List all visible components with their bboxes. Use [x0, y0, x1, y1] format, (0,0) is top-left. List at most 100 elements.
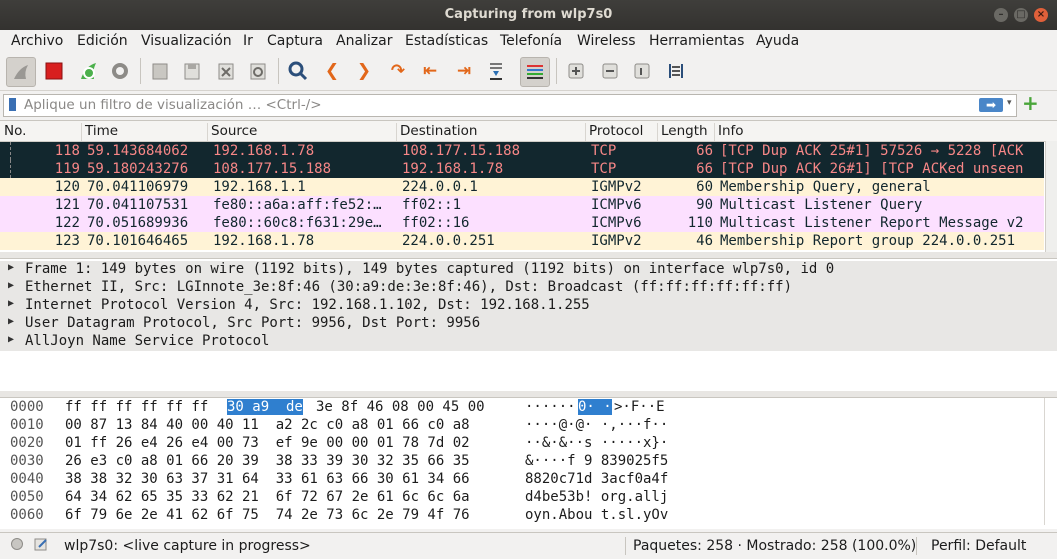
packet-row[interactable]: 118 59.143684062 192.168.1.78 108.177.15.18… [0, 142, 1044, 160]
open-file-icon[interactable] [146, 57, 174, 85]
status-interface: wlp7s0: <live capture in progress> [64, 538, 311, 554]
bytes-row[interactable]: 0020 01 ff 26 e4 26 e4 00 73 ef 9e 00 00 … [0, 435, 1040, 453]
colorize-icon[interactable] [520, 57, 550, 87]
packet-row[interactable]: 119 59.180243276 108.177.15.188 192.168.1.7… [0, 160, 1044, 178]
menu-visualizacion[interactable]: Visualización [141, 33, 232, 49]
column-length[interactable]: Length [661, 123, 715, 141]
bytes-offset: 0030 [10, 453, 44, 469]
zoom-out-icon[interactable] [596, 57, 624, 85]
column-destination[interactable]: Destination [400, 123, 586, 141]
packet-cell-no: 121 [54, 197, 80, 213]
restart-capture-icon[interactable] [74, 57, 102, 85]
menu-ir[interactable]: Ir [243, 33, 253, 49]
packet-row[interactable]: 123 70.101646465 192.168.1.78 224.0.0.251 IG… [0, 232, 1044, 250]
packet-cell-time: 59.180243276 [87, 161, 189, 177]
bytes-ascii-highlight: 0· · [578, 399, 612, 415]
packet-row[interactable]: 122 70.051689936 fe80::60c8:f631:29e… ff02:… [0, 214, 1044, 232]
column-source[interactable]: Source [211, 123, 397, 141]
bytes-row[interactable]: 0030 26 e3 c0 a8 01 66 20 39 38 33 39 30 … [0, 453, 1040, 471]
bytes-row[interactable]: 0040 38 38 32 30 63 37 31 64 33 61 63 66 … [0, 471, 1040, 489]
capture-comment-icon[interactable] [33, 536, 49, 556]
menu-analizar[interactable]: Analizar [336, 33, 393, 49]
go-back-icon[interactable]: ❮ [318, 57, 346, 85]
expand-arrow-icon[interactable]: ▶ [8, 280, 14, 291]
bytes-row[interactable]: 0010 00 87 13 84 40 00 40 11 a2 2c c0 a8 … [0, 417, 1040, 435]
packet-cell-time: 59.143684062 [87, 143, 189, 159]
dropdown-icon[interactable]: ▾ [1007, 98, 1012, 108]
packet-cell-source: 192.168.1.78 [213, 233, 315, 249]
bytes-ascii: ··&·&··s ·····x}· [525, 435, 669, 451]
packet-details: ▶ Frame 1: 149 bytes on wire (1192 bits),… [0, 258, 1057, 394]
bytes-row[interactable]: 0060 6f 79 6e 2e 41 62 6f 75 74 2e 73 6c … [0, 507, 1040, 525]
expert-info-icon[interactable] [10, 537, 24, 555]
column-info[interactable]: Info [718, 123, 1038, 141]
plus-icon[interactable]: + [1022, 93, 1039, 113]
find-packet-icon[interactable] [284, 57, 312, 85]
packet-cell-source: 108.177.15.188 [213, 161, 332, 177]
resize-columns-icon[interactable] [662, 57, 690, 85]
save-file-icon[interactable] [178, 57, 206, 85]
detail-row[interactable]: ▶ Ethernet II, Src: LGInnote_3e:8f:46 (30… [0, 279, 1057, 297]
expand-arrow-icon[interactable]: ▶ [8, 262, 14, 273]
bytes-ascii: ····@·@· ·,···f·· [525, 417, 669, 433]
detail-row[interactable]: ▶ AllJoyn Name Service Protocol [0, 333, 1057, 351]
capture-options-icon[interactable] [106, 57, 134, 85]
bytes-offset: 0060 [10, 507, 44, 523]
packet-cell-no: 118 [54, 143, 80, 159]
packet-cell-time: 70.051689936 [87, 215, 189, 231]
packet-cell-length: 66 [696, 143, 713, 159]
menu-archivo[interactable]: Archivo [11, 33, 63, 49]
packet-cell-destination: 192.168.1.78 [402, 161, 504, 177]
autoscroll-icon[interactable] [482, 57, 510, 85]
packet-cell-no: 122 [54, 215, 80, 231]
bytes-hex: 00 87 13 84 40 00 40 11 a2 2c c0 a8 01 6… [65, 417, 470, 433]
detail-row[interactable]: ▶ Internet Protocol Version 4, Src: 192.1… [0, 297, 1057, 315]
arrow-right-icon[interactable]: ➡ [979, 98, 1003, 112]
bytes-row[interactable]: 0050 64 34 62 65 35 33 62 21 6f 72 67 2e … [0, 489, 1040, 507]
detail-row[interactable]: ▶ User Datagram Protocol, Src Port: 9956,… [0, 315, 1057, 333]
packet-cell-length: 66 [696, 161, 713, 177]
bytes-hex: 01 ff 26 e4 26 e4 00 73 ef 9e 00 00 01 7… [65, 435, 470, 451]
reload-file-icon[interactable] [244, 57, 272, 85]
menu-ayuda[interactable]: Ayuda [756, 33, 799, 49]
bytes-offset: 0020 [10, 435, 44, 451]
menu-edicion[interactable]: Edición [77, 33, 128, 49]
menu-telefonia[interactable]: Telefonía [500, 33, 562, 49]
status-bar: wlp7s0: <live capture in progress> Paque… [0, 532, 1057, 559]
close-file-icon[interactable] [212, 57, 240, 85]
menu-herramientas[interactable]: Herramientas [649, 33, 744, 49]
go-first-icon[interactable]: ⇤ [416, 57, 444, 85]
bytes-offset: 0010 [10, 417, 44, 433]
column-time[interactable]: Time [85, 123, 208, 141]
column-no[interactable]: No. [4, 123, 82, 141]
menu-estadisticas[interactable]: Estadísticas [405, 33, 488, 49]
bookmark-icon[interactable] [9, 98, 16, 111]
go-forward-icon[interactable]: ❯ [350, 57, 378, 85]
expand-arrow-icon[interactable]: ▶ [8, 334, 14, 345]
expand-arrow-icon[interactable]: ▶ [8, 316, 14, 327]
detail-row[interactable]: ▶ Frame 1: 149 bytes on wire (1192 bits),… [0, 261, 1057, 279]
column-protocol[interactable]: Protocol [589, 123, 658, 141]
status-profile[interactable]: Perfil: Default [931, 538, 1026, 554]
packet-row[interactable]: 121 70.041107531 fe80::a6a:aff:fe52:… ff02:… [0, 196, 1044, 214]
bytes-hex: 6f 79 6e 2e 41 62 6f 75 74 2e 73 6c 2e 7… [65, 507, 470, 523]
bytes-row[interactable]: 0000 ff ff ff ff ff ff 30 a9 de 3e 8f 46… [0, 399, 1040, 417]
packet-cell-source: 192.168.1.78 [213, 143, 315, 159]
go-last-icon[interactable]: ⇥ [450, 57, 478, 85]
shark-fin-icon[interactable] [6, 57, 36, 87]
packet-cell-info: Membership Query, general [720, 179, 931, 195]
normal-size-icon[interactable] [628, 57, 656, 85]
bytes-scrollbar[interactable] [1044, 398, 1057, 525]
packet-list-scrollbar[interactable] [1045, 141, 1057, 253]
packet-row[interactable]: 120 70.041106979 192.168.1.1 224.0.0.1 IGMPv… [0, 178, 1044, 196]
menu-captura[interactable]: Captura [267, 33, 323, 49]
zoom-in-icon[interactable] [562, 57, 590, 85]
bytes-ascii: ······ [525, 399, 576, 415]
go-to-packet-icon[interactable]: ↷ [384, 57, 412, 85]
display-filter-input[interactable] [24, 97, 964, 113]
stop-capture-icon[interactable] [40, 57, 68, 85]
menu-wireless[interactable]: Wireless [577, 33, 636, 49]
expand-arrow-icon[interactable]: ▶ [8, 298, 14, 309]
packet-cell-length: 110 [687, 215, 713, 231]
bytes-hex: 38 38 32 30 63 37 31 64 33 61 63 66 30 6… [65, 471, 470, 487]
